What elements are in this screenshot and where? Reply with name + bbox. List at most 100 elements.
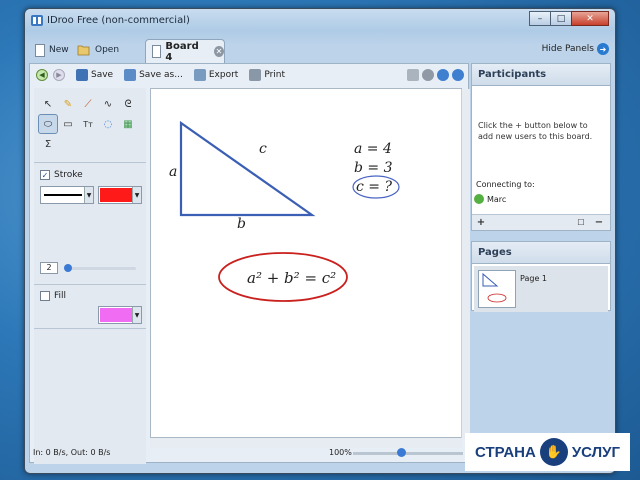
save-label: Save [91, 70, 114, 80]
participants-hint: Click the + button below to add new user… [478, 121, 593, 141]
gear-icon[interactable] [422, 69, 434, 81]
participants-toolbar: + ☐ − [472, 214, 610, 230]
app-icon [31, 15, 43, 26]
hide-panels-button[interactable]: Hide Panels ➜ [542, 43, 609, 55]
print-label: Print [264, 70, 286, 80]
back-icon[interactable]: ◀ [36, 69, 48, 81]
slider-handle[interactable] [64, 264, 72, 272]
zoom-slider[interactable] [353, 448, 463, 457]
help-icon[interactable] [452, 69, 464, 81]
save-button[interactable]: Save [76, 69, 113, 81]
logo-text-left: СТРАНА [475, 443, 536, 461]
new-label: New [49, 45, 69, 55]
logo-text-right: УСЛУГ [571, 443, 620, 461]
pencil-tool-icon[interactable]: ✎ [58, 94, 78, 114]
rectangle-tool-icon[interactable]: ▭ [58, 114, 78, 134]
line-style-dropdown[interactable]: ▼ [40, 186, 94, 204]
close-tab-icon[interactable]: ✕ [213, 46, 224, 57]
export-button[interactable]: Export [193, 69, 239, 81]
maximize-button[interactable]: □ [550, 11, 572, 26]
whiteboard-canvas[interactable]: a b c a = 4 b = 3 c = ? a² + b² = c² [150, 88, 470, 439]
chat-icon[interactable]: ☐ [574, 216, 588, 229]
stroke-toggle[interactable]: ✓ Stroke [40, 170, 83, 180]
user-icon [474, 194, 484, 204]
app-window: IDroo Free (non-commercial) – □ ✕ New Op… [24, 8, 616, 474]
toolbar-right-icons [407, 69, 464, 81]
add-user-button[interactable]: + [474, 216, 488, 229]
label-c[interactable]: c [259, 141, 267, 157]
new-document-icon [35, 43, 45, 57]
connecting-label: Connecting to: [476, 180, 535, 189]
page-thumbnail-drawing [482, 272, 507, 303]
text-tool-icon[interactable]: Tт [78, 114, 98, 134]
curve-tool-icon[interactable]: ᘓ [118, 94, 138, 114]
zoom-slider-handle[interactable] [397, 448, 406, 457]
participants-panel: Participants Click the + button below to… [471, 63, 611, 231]
transfer-status: In: 0 B/s, Out: 0 B/s [33, 447, 111, 457]
handshake-icon: ✋ [539, 438, 568, 466]
pythagorean-equation[interactable]: a² + b² = c² [247, 269, 336, 287]
board-document-icon [152, 45, 162, 58]
label-a[interactable]: a [169, 164, 177, 180]
callout-tool-icon[interactable]: ◌ [98, 114, 118, 134]
whiteboard-drawing: a b c a = 4 b = 3 c = ? a² + b² = c² [169, 120, 400, 302]
new-button[interactable]: New [35, 41, 69, 59]
watermark-logo: СТРАНА ✋ УСЛУГ [465, 433, 630, 471]
equation-a[interactable]: a = 4 [354, 141, 392, 157]
fill-toggle[interactable]: Fill [40, 291, 66, 301]
fill-color-swatch [100, 308, 132, 322]
tools-panel: ↖ ✎ ⟋ ∿ ᘓ ⬭ ▭ Tт ◌ ▦ Σ ✓ Stroke ▼ ▼ 2 Fi… [34, 88, 146, 464]
title-bar[interactable]: IDroo Free (non-commercial) – □ ✕ [25, 9, 615, 33]
open-label: Open [95, 45, 120, 55]
page-list-item[interactable]: Page 1 [474, 266, 608, 312]
ellipse-tool-icon[interactable]: ⬭ [38, 114, 58, 134]
stroke-width-slider[interactable] [64, 264, 136, 272]
chevron-down-icon: ▼ [132, 307, 141, 323]
pages-header: Pages [472, 242, 610, 264]
save-as-button[interactable]: Save as... [124, 69, 183, 81]
board-area: ◀ ▶ Save Save as... Export Print ↖ ✎ ⟋ ∿… [29, 63, 470, 464]
participant-item[interactable]: Marc [474, 192, 608, 206]
stroke-color-dropdown[interactable]: ▼ [98, 186, 142, 204]
stroke-label: Stroke [54, 170, 83, 180]
close-window-button[interactable]: ✕ [571, 11, 609, 26]
info-icon[interactable] [437, 69, 449, 81]
participant-name: Marc [487, 194, 507, 204]
pages-panel: Pages Page 1 [471, 241, 611, 312]
stroke-checkbox[interactable]: ✓ [40, 170, 50, 180]
fill-color-dropdown[interactable]: ▼ [98, 306, 142, 324]
stroke-width-input[interactable]: 2 [40, 262, 58, 274]
highlighter-tool-icon[interactable]: ⟋ [78, 94, 98, 114]
label-b[interactable]: b [237, 216, 246, 232]
open-folder-icon [77, 45, 90, 56]
printer-icon [249, 69, 262, 81]
image-tool-icon[interactable]: ▦ [118, 114, 138, 134]
stroke-color-swatch [100, 188, 132, 202]
tools-grid: ↖ ✎ ⟋ ∿ ᘓ ⬭ ▭ Tт ◌ ▦ Σ [38, 94, 138, 154]
divider [34, 328, 146, 329]
equation-b[interactable]: b = 3 [354, 160, 393, 176]
export-label: Export [208, 70, 239, 80]
equation-c[interactable]: c = ? [356, 179, 392, 195]
tab-bar: New Open Board 4 ✕ Hide Panels ➜ [29, 37, 613, 63]
print-button[interactable]: Print [249, 69, 285, 81]
vertical-scrollbar[interactable] [461, 89, 470, 439]
open-button[interactable]: Open [77, 41, 119, 59]
formula-tool-icon[interactable]: Σ [38, 134, 58, 154]
minimize-button[interactable]: – [529, 11, 551, 26]
hide-panels-label: Hide Panels [541, 44, 594, 54]
triangle-shape[interactable] [179, 120, 316, 217]
save-as-label: Save as... [139, 70, 183, 80]
export-icon [193, 69, 206, 81]
fill-checkbox[interactable] [40, 291, 50, 301]
arrow-right-icon: ➜ [597, 43, 609, 55]
tab-board-4[interactable]: Board 4 ✕ [145, 39, 225, 63]
line-style-preview [44, 194, 82, 196]
fullscreen-icon[interactable] [407, 69, 419, 81]
chevron-down-icon: ▼ [132, 187, 141, 203]
select-tool-icon[interactable]: ↖ [38, 94, 58, 114]
freehand-tool-icon[interactable]: ∿ [98, 94, 118, 114]
page-thumbnail [478, 270, 516, 308]
remove-user-button[interactable]: − [592, 216, 606, 229]
forward-icon[interactable]: ▶ [53, 69, 65, 81]
